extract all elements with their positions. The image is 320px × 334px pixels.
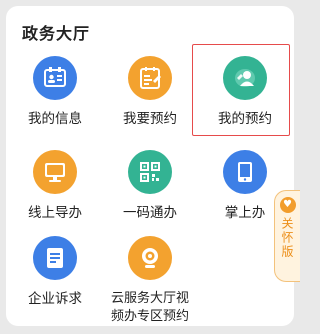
heart-icon: ♥ [279, 197, 296, 213]
document-list-icon [33, 236, 77, 280]
person-pin-icon [223, 56, 267, 100]
tile-label: 企业诉求 [28, 291, 82, 307]
tile-label: 我要预约 [123, 111, 177, 127]
tile-label-line2: 频办专区预约 [110, 309, 189, 324]
care-mode-label: 关怀版 [280, 217, 294, 259]
webcam-icon [128, 236, 172, 280]
tile-my-info[interactable]: 我的信息 [7, 56, 103, 154]
care-mode-tab[interactable]: ♥ 关怀版 [274, 190, 300, 282]
tile-label-line1: 云服务大厅视 [110, 291, 189, 306]
tile-my-appointments[interactable]: 我的预约 [197, 56, 293, 154]
tile-cloud-video-booking[interactable]: 云服务大厅视 频办专区预约 [102, 236, 198, 334]
tile-online-guide[interactable]: 线上导办 [7, 150, 103, 248]
tile-one-code[interactable]: 一码通办 [102, 150, 198, 248]
tile-label: 我的预约 [218, 111, 272, 127]
tile-make-appointment[interactable]: 我要预约 [102, 56, 198, 154]
tile-enterprise-appeal[interactable]: 企业诉求 [7, 236, 103, 334]
qr-code-icon [128, 150, 172, 194]
monitor-icon [33, 150, 77, 194]
tile-label: 我的信息 [28, 111, 82, 127]
tile-label: 一码通办 [123, 205, 177, 221]
tile-label: 云服务大厅视 频办专区预约 [102, 290, 198, 326]
tablet-icon [223, 150, 267, 194]
section-title: 政务大厅 [22, 24, 91, 43]
id-card-icon [33, 56, 77, 100]
tile-label: 线上导办 [28, 205, 82, 221]
calendar-form-icon [128, 56, 172, 100]
